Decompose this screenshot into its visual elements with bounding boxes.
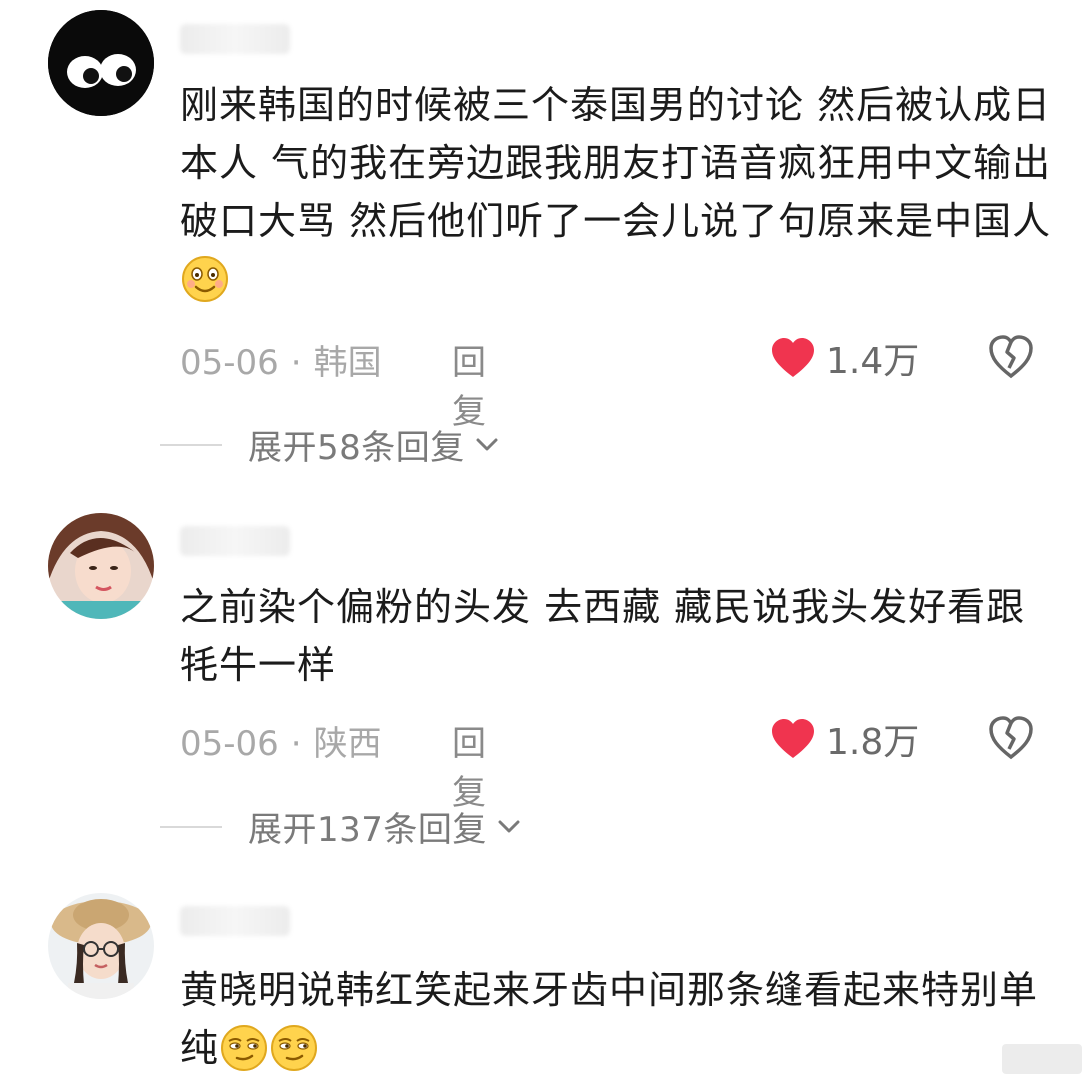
broken-heart-icon xyxy=(989,335,1033,379)
heart-icon xyxy=(772,719,814,758)
comment-location: 陕西 xyxy=(313,724,382,764)
like-button[interactable]: 1.4万 xyxy=(770,332,919,384)
comment-text-content: 之前染个偏粉的头发 去西藏 藏民说我头发好看跟牦牛一样 xyxy=(180,585,1026,687)
comment-meta: 05-06 · 陕西 回复 xyxy=(180,716,486,813)
comment-text: 之前染个偏粉的头发 去西藏 藏民说我头发好看跟牦牛一样 xyxy=(180,578,1060,694)
comment-meta: 05-06 · 韩国 回复 xyxy=(180,335,486,432)
like-count: 1.4万 xyxy=(826,341,920,382)
girl-hat-photo-avatar-icon xyxy=(48,893,154,999)
comment-location: 韩国 xyxy=(313,343,382,383)
username[interactable] xyxy=(180,526,290,556)
divider-line xyxy=(160,443,222,446)
heart-icon xyxy=(772,338,814,377)
smirk-emoji-icon xyxy=(221,1024,268,1071)
girl-photo-avatar-icon xyxy=(48,513,154,619)
avatar[interactable] xyxy=(48,10,154,116)
avatar[interactable] xyxy=(48,513,154,619)
separator-dot: · xyxy=(290,343,302,383)
username[interactable] xyxy=(180,906,290,936)
chevron-down-icon xyxy=(476,438,498,450)
like-button[interactable]: 1.8万 xyxy=(770,713,919,765)
username[interactable] xyxy=(180,24,290,54)
comment-text: 黄晓明说韩红笑起来牙齿中间那条缝看起来特别单纯 xyxy=(180,961,1060,1077)
expand-replies-label: 展开137条回复 xyxy=(248,810,487,850)
cartoon-eyes-avatar-icon xyxy=(48,10,154,116)
like-count: 1.8万 xyxy=(826,722,920,763)
dislike-button[interactable] xyxy=(988,334,1034,380)
expand-replies-button[interactable]: 展开137条回复 xyxy=(160,802,521,851)
reply-button[interactable]: 回复 xyxy=(452,716,486,814)
comment-text-content: 刚来韩国的时候被三个泰国男的讨论 然后被认成日本人 气的我在旁边跟我朋友打语音疯… xyxy=(180,83,1052,243)
separator-dot: · xyxy=(290,724,302,764)
expand-replies-label: 展开58条回复 xyxy=(248,428,465,468)
comment-date: 05-06 xyxy=(180,724,279,764)
comment-date: 05-06 xyxy=(180,343,279,383)
broken-heart-icon xyxy=(989,716,1033,760)
expand-replies-button[interactable]: 展开58条回复 xyxy=(160,420,499,469)
divider-line xyxy=(160,825,222,828)
smile-emoji-icon xyxy=(182,255,228,302)
smirk-emoji-icon xyxy=(271,1024,318,1071)
dislike-button[interactable] xyxy=(988,715,1034,761)
reply-button[interactable]: 回复 xyxy=(452,335,486,433)
comment-text: 刚来韩国的时候被三个泰国男的讨论 然后被认成日本人 气的我在旁边跟我朋友打语音疯… xyxy=(180,76,1060,316)
chevron-down-icon xyxy=(498,820,520,832)
avatar[interactable] xyxy=(48,893,154,999)
watermark xyxy=(1002,1044,1082,1074)
